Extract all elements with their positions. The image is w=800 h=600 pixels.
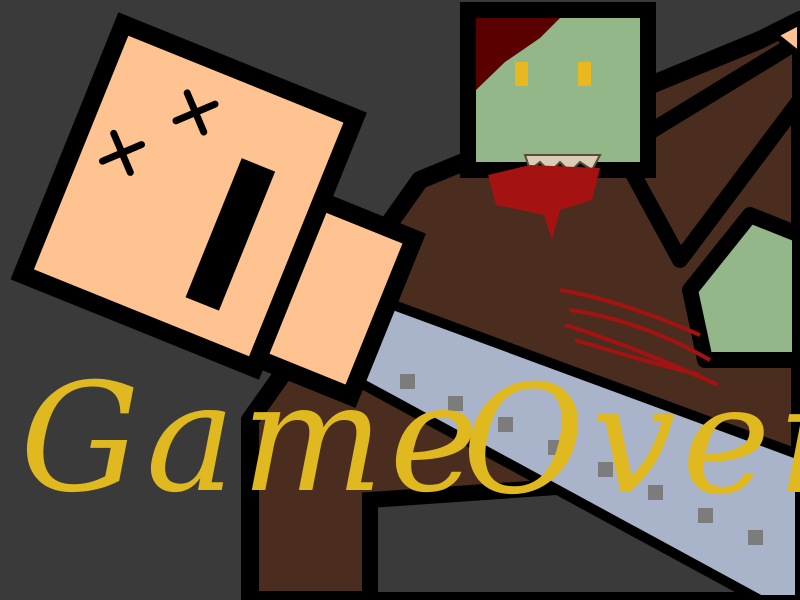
title-game: Game [20, 352, 484, 526]
zombie-eye-left [515, 62, 528, 86]
zombie-head-icon [460, 2, 656, 178]
zombie-eye-right [578, 62, 591, 86]
game-over-scene: Game Over [0, 0, 800, 600]
title-over: Over [462, 354, 800, 528]
